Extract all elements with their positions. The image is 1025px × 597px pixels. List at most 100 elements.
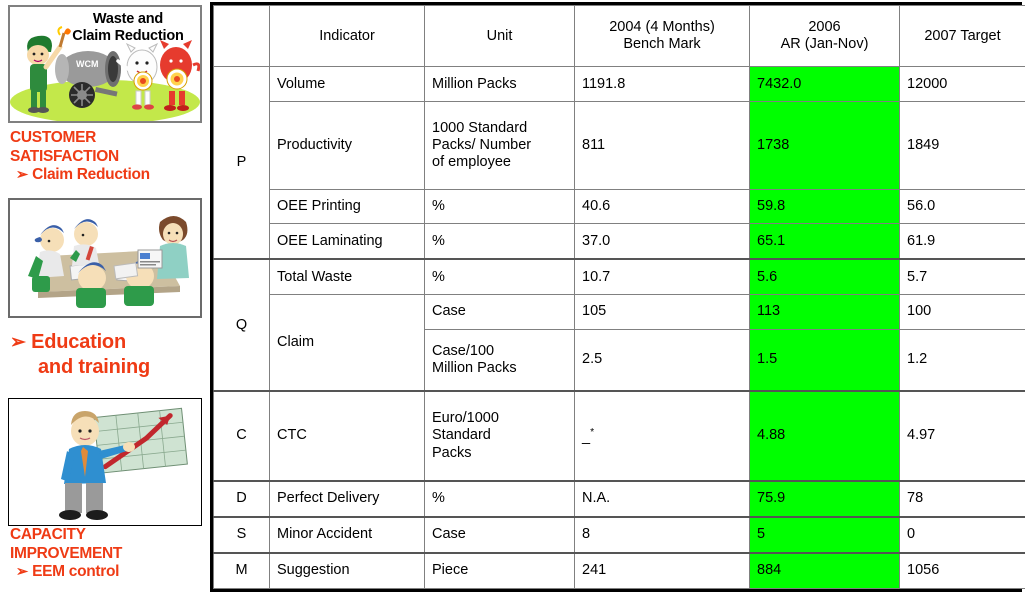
ar-productivity: 1738 [749, 100, 900, 190]
category-cell-d: D [213, 479, 270, 518]
benchmark-oee-laminating: 37.0 [574, 223, 750, 260]
header-target: 2007 Target [899, 4, 1025, 68]
unit-line-2: Million Packs [432, 359, 517, 376]
benchmark-oee-printing: 40.6 [574, 188, 750, 225]
team-training-illustration [10, 200, 200, 316]
ar-oee-laminating: 65.1 [749, 223, 900, 260]
unit-suggestion: Piece [424, 552, 575, 590]
indicator-suggestion: Suggestion [269, 552, 425, 590]
table-row: Q Total Waste % 10.7 5.6 5.7 [213, 258, 1025, 392]
label-and-training: and training [38, 355, 151, 378]
label-education: Education [31, 331, 126, 353]
indicator-productivity: Productivity [269, 100, 425, 190]
ar-volume: 7432.0 [749, 66, 900, 102]
indicator-total-waste: Total Waste [269, 258, 425, 296]
table-row: C CTC Euro/1000 Standard Packs _* 4.88 4… [213, 390, 1025, 482]
table-row: Claim Case 105 113 100 [214, 294, 1025, 392]
kpi-table-container: Indicator Unit 2004 (4 Months) Bench Mar… [210, 2, 1025, 592]
target-claim-per-100m: 1.2 [899, 328, 1025, 392]
unit-line-1: Euro/1000 [432, 410, 499, 427]
header-benchmark-line1: 2004 (4 Months) [609, 19, 715, 36]
indicator-minor-accident: Minor Accident [269, 515, 425, 554]
benchmark-ctc: _* [574, 390, 750, 482]
label-claim-reduction: Claim Reduction [32, 166, 150, 184]
unit-line-2: Packs/ Number [432, 136, 532, 153]
unit-claim-case: Case [424, 294, 575, 330]
table-row: P Volume Million Packs 1191.8 7432.0 120… [213, 66, 1025, 260]
ar-suggestion: 884 [749, 552, 900, 590]
ar-ctc: 4.88 [749, 390, 900, 482]
unit-productivity: 1000 Standard Packs/ Number of employee [424, 100, 575, 190]
svg-text:WCM: WCM [76, 59, 99, 69]
table-header-row: Indicator Unit 2004 (4 Months) Bench Mar… [213, 4, 1025, 68]
text-education-training: ➢ Education and training [10, 330, 206, 379]
benchmark-claim-per-100m: 2.5 [574, 328, 750, 392]
picture-waste-claim-reduction: WCM Waste and Claim Reduction [8, 5, 202, 123]
header-ar-line1: 2006 [808, 19, 841, 36]
text-capacity-improvement: CAPACITY IMPROVEMENT ➢ EEM control [10, 526, 206, 582]
picture-education-training [8, 198, 202, 318]
ar-minor-accident: 5 [749, 515, 900, 554]
header-indicator: Indicator [269, 4, 425, 68]
unit-line-1: Case/100 [432, 342, 495, 359]
target-minor-accident: 0 [899, 515, 1025, 554]
target-productivity: 1849 [899, 100, 1025, 190]
kpi-dashboard-page: WCM Waste and Claim Reduction CUSTOMER S… [0, 0, 1025, 597]
table-row: OEE Printing % 40.6 59.8 56.0 [214, 188, 1025, 225]
unit-ctc: Euro/1000 Standard Packs [424, 390, 575, 482]
label-improvement: IMPROVEMENT [10, 544, 123, 562]
unit-oee-printing: % [424, 188, 575, 225]
presenter-growth-chart-illustration [9, 399, 201, 525]
label-eem-control: EEM control [32, 563, 120, 581]
indicator-ctc: CTC [269, 390, 425, 482]
ar-claim-per-100m: 1.5 [749, 328, 900, 392]
ar-claim-case: 113 [749, 294, 900, 330]
kpi-table: Indicator Unit 2004 (4 Months) Bench Mar… [213, 4, 1025, 590]
target-suggestion: 1056 [899, 552, 1025, 590]
target-oee-laminating: 61.9 [899, 223, 1025, 260]
bullet-arrow-icon: ➢ [10, 332, 26, 353]
unit-total-waste: % [424, 258, 575, 296]
category-cell-q: Q [213, 258, 270, 392]
indicator-claim: Claim [269, 294, 425, 392]
unit-perfect-delivery: % [424, 479, 575, 518]
benchmark-suggestion: 241 [574, 552, 750, 590]
bullet-eem-control-line: ➢ EEM control [10, 563, 206, 582]
benchmark-claim-case: 105 [574, 294, 750, 330]
target-ctc: 4.97 [899, 390, 1025, 482]
indicator-oee-laminating: OEE Laminating [269, 223, 425, 260]
indicator-oee-printing: OEE Printing [269, 188, 425, 225]
benchmark-total-waste: 10.7 [574, 258, 750, 296]
target-oee-printing: 56.0 [899, 188, 1025, 225]
unit-oee-laminating: % [424, 223, 575, 260]
benchmark-volume: 1191.8 [574, 66, 750, 102]
label-customer: CUSTOMER [10, 129, 97, 146]
picture-capacity-improvement [8, 398, 202, 526]
table-row: S Minor Accident Case 8 5 0 [213, 515, 1025, 554]
target-perfect-delivery: 78 [899, 479, 1025, 518]
indicator-perfect-delivery: Perfect Delivery [269, 479, 425, 518]
target-volume: 12000 [899, 66, 1025, 102]
ar-perfect-delivery: 75.9 [749, 479, 900, 518]
bullet-claim-reduction-line: ➢ Claim Reduction [10, 166, 206, 185]
unit-minor-accident: Case [424, 515, 575, 554]
bullet-education-line: ➢ Education [10, 331, 126, 353]
category-cell-m: M [213, 552, 270, 590]
benchmark-ctc-value: _ [582, 428, 591, 445]
category-cell-s: S [213, 515, 270, 554]
category-cell-c: C [213, 390, 270, 482]
unit-volume: Million Packs [424, 66, 575, 102]
benchmark-perfect-delivery: N.A. [574, 479, 750, 518]
bullet-arrow-icon: ➢ [16, 167, 29, 184]
target-total-waste: 5.7 [899, 258, 1025, 296]
header-ar-line2: AR (Jan-Nov) [780, 36, 869, 53]
table-row: OEE Laminating % 37.0 65.1 61.9 [214, 223, 1025, 260]
table-row: D Perfect Delivery % N.A. 75.9 78 [213, 479, 1025, 518]
header-benchmark-line2: Bench Mark [623, 36, 701, 53]
bullet-arrow-icon: ➢ [16, 564, 29, 581]
header-category [213, 4, 270, 68]
header-benchmark: 2004 (4 Months) Bench Mark [574, 4, 750, 68]
unit-line-3: Packs [432, 444, 472, 461]
unit-line-1: 1000 Standard [432, 119, 528, 136]
benchmark-productivity: 811 [574, 100, 750, 190]
